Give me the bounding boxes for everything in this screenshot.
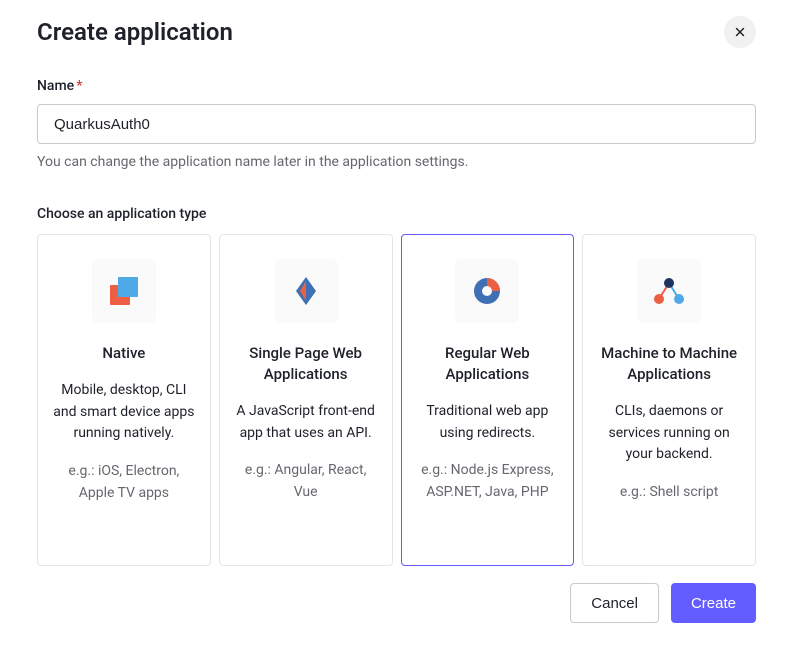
close-icon	[733, 25, 747, 39]
regular-web-icon	[469, 273, 505, 309]
dialog-header: Create application	[37, 16, 756, 48]
card-example: e.g.: Node.js Express, ASP.NET, Java, PH…	[416, 460, 560, 503]
required-indicator: *	[76, 78, 82, 94]
card-title: Regular Web Applications	[416, 343, 560, 385]
card-example: e.g.: Angular, React, Vue	[234, 460, 378, 503]
native-icon	[106, 273, 142, 309]
name-label-text: Name	[37, 78, 74, 94]
name-input[interactable]	[37, 104, 756, 144]
spa-icon	[288, 273, 324, 309]
card-desc: Mobile, desktop, CLI and smart device ap…	[52, 380, 196, 445]
card-regular-web[interactable]: Regular Web Applications Traditional web…	[401, 234, 575, 566]
app-type-cards: Native Mobile, desktop, CLI and smart de…	[37, 234, 756, 566]
dialog-footer: Cancel Create	[570, 583, 756, 623]
close-button[interactable]	[724, 16, 756, 48]
card-title: Single Page Web Applications	[234, 343, 378, 385]
create-button[interactable]: Create	[671, 583, 756, 623]
name-label: Name*	[37, 78, 756, 94]
app-type-label: Choose an application type	[37, 206, 756, 222]
card-spa[interactable]: Single Page Web Applications A JavaScrip…	[219, 234, 393, 566]
regular-web-icon-box	[455, 259, 519, 323]
card-desc: Traditional web app using redirects.	[416, 401, 560, 444]
dialog-title: Create application	[37, 18, 233, 46]
card-desc: A JavaScript front-end app that uses an …	[234, 401, 378, 444]
card-desc: CLIs, daemons or services running on you…	[597, 401, 741, 466]
m2m-icon	[651, 273, 687, 309]
card-example: e.g.: iOS, Electron, Apple TV apps	[52, 461, 196, 504]
native-icon-box	[92, 259, 156, 323]
cancel-button[interactable]: Cancel	[570, 583, 659, 623]
card-native[interactable]: Native Mobile, desktop, CLI and smart de…	[37, 234, 211, 566]
card-title: Native	[102, 343, 145, 364]
m2m-icon-box	[637, 259, 701, 323]
card-m2m[interactable]: Machine to Machine Applications CLIs, da…	[582, 234, 756, 566]
name-hint: You can change the application name late…	[37, 154, 756, 170]
card-title: Machine to Machine Applications	[597, 343, 741, 385]
card-example: e.g.: Shell script	[620, 482, 718, 504]
spa-icon-box	[274, 259, 338, 323]
